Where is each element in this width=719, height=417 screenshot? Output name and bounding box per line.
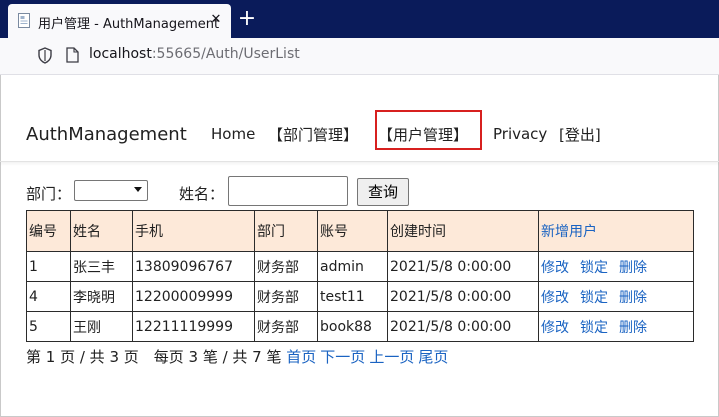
tab-title: 用户管理 - AuthManagement [38, 17, 220, 32]
url-host: localhost [89, 46, 152, 62]
site-navbar: AuthManagement Home 【部门管理】 【用户管理】 Privac… [0, 103, 719, 162]
search-button[interactable]: 查询 [357, 178, 409, 206]
shield-icon[interactable] [38, 47, 52, 64]
name-input[interactable] [228, 176, 348, 206]
cell-dept: 财务部 [254, 251, 318, 282]
nav-home[interactable]: Home [211, 125, 255, 143]
cell-name: 王刚 [70, 311, 133, 342]
cell-actions: 修改 锁定 删除 [538, 311, 694, 342]
pager-summary: 第 1 页 / 共 3 页 每页 3 笔 / 共 7 笔 [26, 348, 282, 366]
cell-id: 4 [26, 281, 71, 312]
chevron-down-icon [134, 187, 142, 192]
user-table: 编号 姓名 手机 部门 账号 创建时间 新增用户 1 张三丰 138090967… [26, 210, 694, 342]
url-text[interactable]: localhost:55665/Auth/UserList [89, 46, 300, 62]
cell-dept: 财务部 [254, 281, 318, 312]
brand-link[interactable]: AuthManagement [26, 124, 187, 145]
col-header-account: 账号 [317, 210, 388, 252]
col-header-name: 姓名 [70, 210, 133, 252]
table-row: 5 王刚 12211119999 财务部 book88 2021/5/8 0:0… [26, 311, 694, 342]
col-header-actions: 新增用户 [538, 210, 694, 252]
pager-prev[interactable]: 上一页 [369, 348, 414, 366]
cell-actions: 修改 锁定 删除 [538, 251, 694, 282]
col-header-id: 编号 [26, 210, 71, 252]
table-row: 1 张三丰 13809096767 财务部 admin 2021/5/8 0:0… [26, 251, 694, 282]
address-bar[interactable]: localhost:55665/Auth/UserList [0, 38, 719, 75]
col-header-phone: 手机 [132, 210, 255, 252]
close-tab-icon[interactable]: ✕ [207, 11, 225, 29]
cell-name: 李晓明 [70, 281, 133, 312]
cell-id: 1 [26, 251, 71, 282]
cell-id: 5 [26, 311, 71, 342]
page-favicon-icon [18, 13, 30, 28]
lock-link[interactable]: 锁定 [580, 290, 608, 306]
cell-phone: 12211119999 [132, 311, 255, 342]
nav-privacy[interactable]: Privacy [493, 125, 547, 143]
delete-link[interactable]: 删除 [619, 260, 647, 276]
cell-dept: 财务部 [254, 311, 318, 342]
cell-phone: 12200009999 [132, 281, 255, 312]
delete-link[interactable]: 删除 [619, 320, 647, 336]
cell-created: 2021/5/8 0:00:00 [387, 311, 539, 342]
table-header-row: 编号 姓名 手机 部门 账号 创建时间 新增用户 [26, 210, 694, 252]
name-label: 姓名： [179, 185, 225, 203]
cell-account: test11 [317, 281, 388, 312]
lock-link[interactable]: 锁定 [580, 260, 608, 276]
pager-first[interactable]: 首页 [286, 348, 316, 366]
active-tab[interactable]: 用户管理 - AuthManagement ✕ [8, 4, 231, 38]
col-header-dept: 部门 [254, 210, 318, 252]
tab-strip: 用户管理 - AuthManagement ✕ + [0, 0, 719, 38]
url-path: :55665/Auth/UserList [151, 46, 300, 62]
add-user-link[interactable]: 新增用户 [541, 224, 597, 240]
dept-label: 部门： [26, 185, 72, 203]
edit-link[interactable]: 修改 [541, 320, 569, 336]
nav-dept-management[interactable]: 【部门管理】 [268, 124, 358, 145]
cell-account: book88 [317, 311, 388, 342]
col-header-created: 创建时间 [387, 210, 539, 252]
cell-actions: 修改 锁定 删除 [538, 281, 694, 312]
pager-last[interactable]: 尾页 [418, 348, 448, 366]
pager-next[interactable]: 下一页 [320, 348, 365, 366]
cell-phone: 13809096767 [132, 251, 255, 282]
new-tab-icon[interactable]: + [234, 6, 260, 32]
table-row: 4 李晓明 12200009999 财务部 test11 2021/5/8 0:… [26, 281, 694, 312]
delete-link[interactable]: 删除 [619, 290, 647, 306]
edit-link[interactable]: 修改 [541, 290, 569, 306]
edit-link[interactable]: 修改 [541, 260, 569, 276]
cell-created: 2021/5/8 0:00:00 [387, 251, 539, 282]
cell-name: 张三丰 [70, 251, 133, 282]
highlight-box [375, 110, 482, 150]
cell-created: 2021/5/8 0:00:00 [387, 281, 539, 312]
pagination: 第 1 页 / 共 3 页 每页 3 笔 / 共 7 笔 首页 下一页 上一页 尾页 [26, 346, 452, 367]
nav-logout[interactable]: [登出] [559, 124, 601, 145]
dept-select[interactable] [74, 180, 148, 201]
cell-account: admin [317, 251, 388, 282]
page-info-icon[interactable] [66, 47, 79, 63]
lock-link[interactable]: 锁定 [580, 320, 608, 336]
